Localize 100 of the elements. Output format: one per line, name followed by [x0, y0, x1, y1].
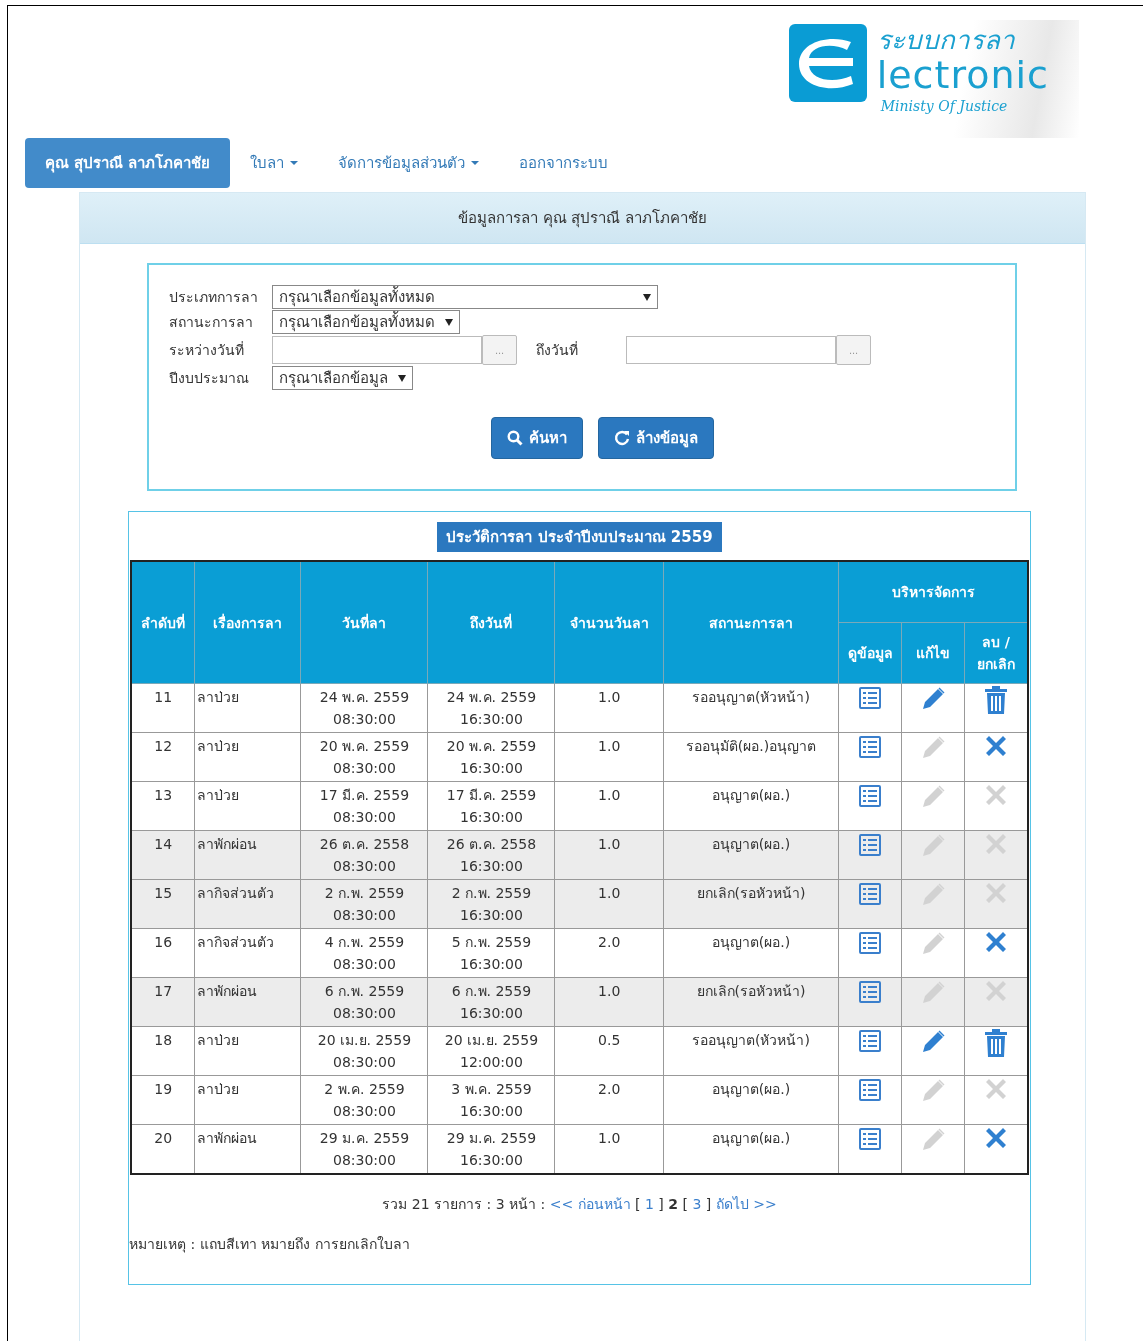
nav-item[interactable]: จัดการข้อมูลส่วนตัว: [318, 138, 500, 188]
date-text: 24 พ.ค. 2559: [319, 689, 410, 705]
date-text: 29 ม.ค. 2559: [446, 1130, 537, 1146]
column-header: ถึงวันที่: [427, 561, 555, 684]
cross-icon[interactable]: [985, 1127, 1007, 1149]
time-text: 08:30:00: [333, 760, 396, 776]
table-cell: ลาพักผ่อน: [194, 977, 301, 1027]
table-cell: 11: [131, 683, 195, 733]
date-picker-button[interactable]: ...: [836, 335, 871, 365]
table-cell: 12: [131, 732, 195, 782]
table-cell: รออนุญาต(หัวหน้า): [663, 683, 839, 733]
date-text: 17 มี.ค. 2559: [446, 787, 537, 803]
pencil-icon[interactable]: [920, 1029, 946, 1055]
time-text: 16:30:00: [460, 858, 523, 874]
trash-icon[interactable]: [984, 686, 1008, 714]
date-text: 2 ก.พ. 2559: [451, 885, 532, 901]
date-text: 4 ก.พ. 2559: [324, 934, 405, 950]
table-cell: ลากิจส่วนตัว: [194, 879, 301, 929]
date-text: 20 พ.ค. 2559: [446, 738, 537, 754]
list-icon[interactable]: [858, 784, 882, 808]
pencil-icon[interactable]: [920, 686, 946, 712]
field-label: ปีงบประมาณ: [169, 369, 250, 388]
time-text: 16:30:00: [460, 956, 523, 972]
page-link[interactable]: << ก่อนหน้า: [549, 1196, 631, 1212]
field-label: ประเภทการลา: [169, 288, 259, 307]
time-text: 08:30:00: [333, 711, 396, 727]
date-text: 6 ก.พ. 2559: [451, 983, 532, 999]
pager-text: ]: [705, 1196, 712, 1212]
logo-word: lectronic: [876, 56, 1049, 94]
date-text: 20 เม.ย. 2559: [444, 1032, 539, 1048]
page-link[interactable]: ถัดไป >>: [715, 1196, 777, 1212]
pager-text: [: [682, 1196, 688, 1212]
field-label: สถานะการลา: [169, 313, 254, 332]
nav-item[interactable]: ใบลา: [230, 138, 319, 188]
list-icon[interactable]: [858, 882, 882, 906]
list-icon[interactable]: [858, 931, 882, 955]
time-text: 16:30:00: [460, 809, 523, 825]
list-icon[interactable]: [858, 1127, 882, 1151]
table-cell: อนุญาต(ผอ.): [663, 781, 839, 831]
pager-text: รวม 21 รายการ : 3 หน้า :: [382, 1196, 546, 1212]
time-text: 12:00:00: [460, 1054, 523, 1070]
time-text: 16:30:00: [460, 1152, 523, 1168]
table-cell: 13: [131, 781, 195, 831]
column-header: ดูข้อมูล: [838, 622, 902, 684]
caret-icon: [445, 318, 453, 326]
table-cell: 1.0: [554, 830, 664, 880]
column-header: ลำดับที่: [131, 561, 195, 684]
nav-item[interactable]: ออกจากระบบ: [499, 138, 629, 188]
time-text: 08:30:00: [333, 907, 396, 923]
list-icon[interactable]: [858, 1029, 882, 1053]
clear-button[interactable]: ล้างข้อมูล: [597, 417, 714, 459]
list-icon[interactable]: [858, 735, 882, 759]
page-link[interactable]: 1: [645, 1196, 654, 1212]
select-field[interactable]: กรุณาเลือกข้อมูลทั้งหมด: [272, 285, 658, 309]
panel-title: ข้อมูลการลา คุณ สุปราณี ลาภโภคาชัย: [80, 193, 1085, 244]
date-text: 6 ก.พ. 2559: [324, 983, 405, 999]
nav-item[interactable]: คุณ สุปราณี ลาภโภคาชัย: [25, 138, 231, 188]
date-text: 26 ต.ค. 2558: [446, 836, 537, 852]
current-page: 2: [668, 1196, 679, 1212]
field-label: ระหว่างวันที่: [169, 340, 245, 360]
column-header: สถานะการลา: [663, 561, 839, 684]
time-text: 16:30:00: [460, 1103, 523, 1119]
table-cell: ลาป่วย: [194, 781, 301, 831]
list-icon[interactable]: [858, 833, 882, 857]
logo-subtitle: Ministy Of Justice: [879, 97, 1009, 116]
trash-icon[interactable]: [984, 1029, 1008, 1057]
page-link[interactable]: 3: [692, 1196, 702, 1212]
table-cell: อนุญาต(ผอ.): [663, 1075, 839, 1125]
pager-text: [: [635, 1196, 641, 1212]
table-cell: 2.0: [554, 1075, 664, 1125]
list-icon[interactable]: [858, 1078, 882, 1102]
time-text: 08:30:00: [333, 858, 396, 874]
date-text: 2 ก.พ. 2559: [324, 885, 405, 901]
column-header: เรื่องการลา: [194, 561, 301, 684]
select-field[interactable]: กรุณาเลือกข้อมูล: [272, 366, 413, 390]
field-label: ถึงวันที่: [536, 340, 579, 360]
table-cell: ลาป่วย: [194, 1026, 301, 1076]
pager-text: ]: [658, 1196, 664, 1212]
logo-title: ระบบการลา: [876, 24, 1016, 56]
cross-icon[interactable]: [985, 931, 1007, 953]
date-text: 29 ม.ค. 2559: [319, 1130, 410, 1146]
search-button[interactable]: ค้นหา: [490, 417, 583, 459]
table-cell: 18: [131, 1026, 195, 1076]
column-header: แก้ไข: [901, 622, 965, 684]
list-icon[interactable]: [858, 686, 882, 710]
time-text: 08:30:00: [333, 1152, 396, 1168]
table-cell: 1.0: [554, 683, 664, 733]
cross-icon[interactable]: [985, 735, 1007, 757]
date-field[interactable]: [272, 336, 482, 364]
date-field[interactable]: [626, 336, 836, 364]
select-field[interactable]: กรุณาเลือกข้อมูลทั้งหมด: [272, 310, 460, 334]
date-text: 20 พ.ค. 2559: [319, 738, 410, 754]
table-cell: 14: [131, 830, 195, 880]
table-cell: ลาป่วย: [194, 683, 301, 733]
table-cell: 1.0: [554, 781, 664, 831]
table-cell: ลาป่วย: [194, 732, 301, 782]
date-text: 20 เม.ย. 2559: [317, 1032, 412, 1048]
list-icon[interactable]: [858, 980, 882, 1004]
table-cell: 2.0: [554, 928, 664, 978]
date-picker-button[interactable]: ...: [482, 335, 517, 365]
